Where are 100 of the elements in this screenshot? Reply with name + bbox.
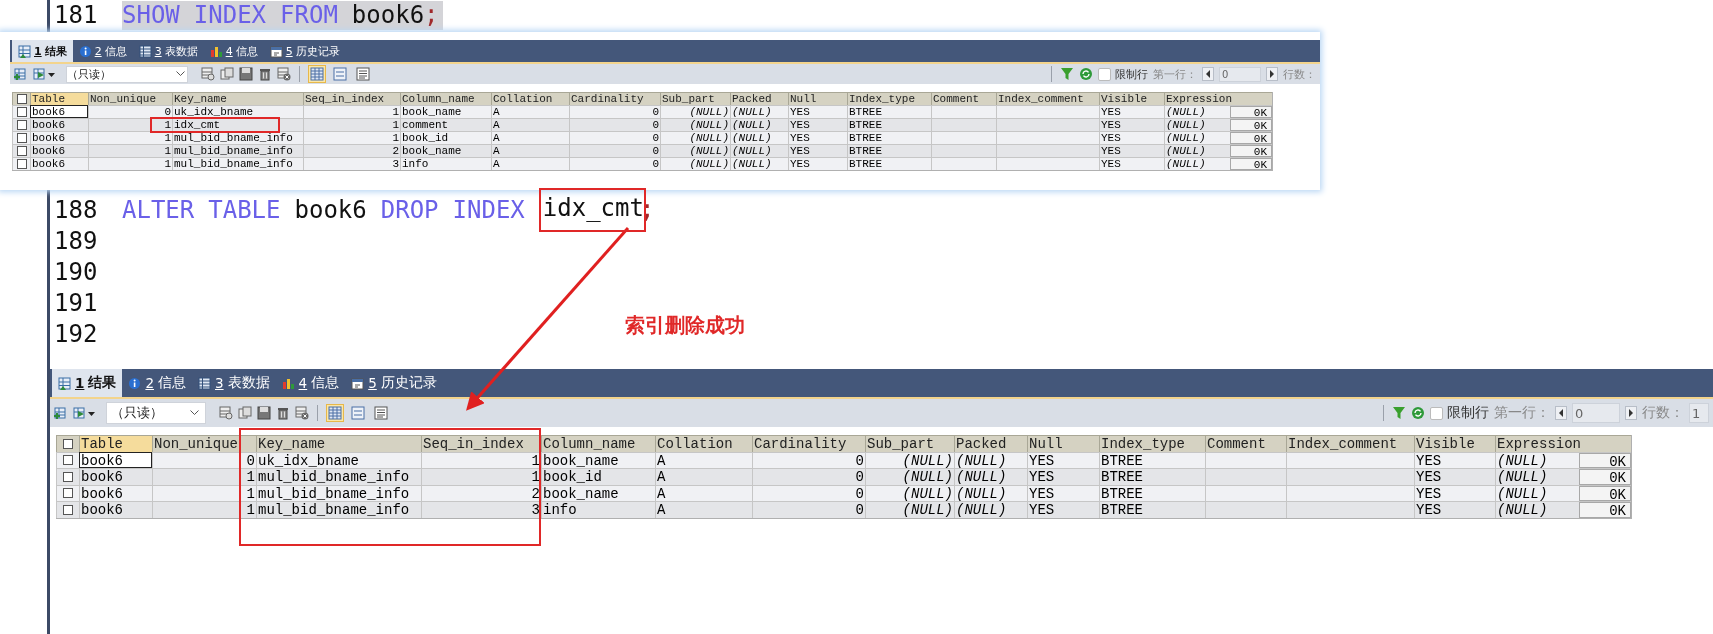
column-header[interactable]: Table [79,435,152,452]
table-add-icon[interactable] [14,67,28,81]
row-checkbox[interactable] [63,455,73,466]
table-cell: YES [1027,451,1099,468]
column-header[interactable]: Key_name [172,92,303,105]
result-tab[interactable]: 5 历史记录 [345,369,443,397]
result-tab[interactable]: 1 结果 [12,40,73,62]
row-checkbox[interactable] [63,471,73,482]
column-header[interactable]: Expression [1164,92,1272,105]
column-header[interactable]: Seq_in_index [421,435,541,452]
mode-dropdown[interactable]: （只读） [66,65,188,83]
column-header[interactable]: Cardinality [752,435,865,452]
column-header[interactable]: Cardinality [569,92,660,105]
column-header[interactable]: Null [1027,435,1099,452]
row-checkbox[interactable] [63,488,73,499]
table-cell: mul_bid_bname_info [256,484,421,501]
row-checkbox[interactable] [16,146,27,156]
column-header[interactable]: Packed [730,92,788,105]
column-header[interactable]: Collation [491,92,569,105]
table-cell: (NULL) [954,451,1027,468]
view-toggle-button[interactable] [308,65,326,83]
select-all-checkbox[interactable] [63,438,73,449]
table-cell: 0 [569,118,660,131]
table-cell: BTREE [847,157,931,170]
copy-icon[interactable] [220,67,234,81]
tab-icon [58,376,71,390]
copy-icon[interactable] [238,406,252,420]
column-header[interactable]: Non_unique [152,435,256,452]
table-cell: mul_bid_bname_info [172,157,303,170]
view-toggle-button[interactable] [326,404,344,422]
column-header[interactable]: Visible [1099,92,1164,105]
view-toggle-button[interactable] [331,65,349,83]
column-header[interactable]: Expression [1495,435,1631,452]
result-tab[interactable]: 3 表数据 [192,369,276,397]
delete-row-icon[interactable] [277,67,291,81]
row-checkbox[interactable] [16,133,27,143]
mode-dropdown[interactable]: （只读） [106,402,206,424]
trash-icon[interactable] [276,406,290,420]
result-tab[interactable]: 4 信息 [203,40,264,62]
refresh-icon[interactable] [1079,67,1093,81]
tab-icon [269,44,283,58]
next-button-icon[interactable] [1266,67,1278,81]
view-toggle-button[interactable] [372,404,390,422]
first-row-field[interactable]: 0 [1219,66,1261,82]
table-cell: BTREE [847,118,931,131]
result-tab[interactable]: 4 信息 [275,369,346,397]
column-header[interactable]: Visible [1414,435,1495,452]
row-checkbox[interactable] [16,107,27,117]
table-export-icon[interactable] [73,406,87,420]
column-header[interactable]: Null [788,92,847,105]
save-icon[interactable] [257,406,271,420]
row-insert-icon[interactable] [219,406,233,420]
result-tab[interactable]: 3 表数据 [132,40,204,62]
column-header[interactable]: Index_comment [996,92,1099,105]
first-row-field[interactable]: 0 [1572,403,1620,423]
column-header[interactable]: Table [30,92,88,105]
row-checkbox[interactable] [16,159,27,169]
next-button-icon[interactable] [1625,406,1637,420]
column-header[interactable]: Index_comment [1286,435,1414,452]
result-tab[interactable]: 1 结果 [52,369,123,397]
column-header[interactable]: Comment [1205,435,1286,452]
column-header[interactable]: Sub_part [660,92,730,105]
column-header[interactable]: Packed [954,435,1027,452]
table-export-icon[interactable] [33,67,47,81]
table-cell: 1 [88,118,172,131]
row-count-field[interactable]: 1 [1689,403,1709,423]
table-cell: (NULL) [730,144,788,157]
row-insert-icon[interactable] [201,67,215,81]
column-header[interactable]: Sub_part [865,435,954,452]
result-tab[interactable]: 2 信息 [122,369,192,397]
checkbox[interactable] [1430,406,1443,420]
column-header[interactable]: Index_type [847,92,931,105]
table-cell: 0 [752,451,865,468]
trash-icon[interactable] [258,67,272,81]
column-header[interactable]: Column_name [541,435,655,452]
delete-row-icon[interactable] [295,406,309,420]
previous-button-icon[interactable] [1202,67,1214,81]
column-header[interactable]: Key_name [256,435,421,452]
table-add-icon[interactable] [54,406,68,420]
table-cell: book_name [400,144,491,157]
row-checkbox[interactable] [63,504,73,515]
checkbox[interactable] [1098,67,1111,81]
column-header[interactable]: Index_type [1099,435,1205,452]
table-cell: YES [1027,501,1099,518]
result-tab[interactable]: 2 信息 [72,40,133,62]
refresh-icon[interactable] [1411,406,1425,420]
row-checkbox[interactable] [16,120,27,130]
column-header[interactable]: Seq_in_index [303,92,400,105]
code-token: ALTER [122,195,195,224]
table-cell: 1 [152,468,256,485]
previous-button-icon[interactable] [1555,406,1567,420]
result-tab[interactable]: 5 历史记录 [263,40,346,62]
column-header[interactable]: Non_unique [88,92,172,105]
select-all-checkbox[interactable] [16,94,27,104]
view-toggle-button[interactable] [349,404,367,422]
column-header[interactable]: Comment [931,92,996,105]
view-toggle-button[interactable] [354,65,372,83]
column-header[interactable]: Column_name [400,92,491,105]
save-icon[interactable] [239,67,253,81]
column-header[interactable]: Collation [655,435,752,452]
